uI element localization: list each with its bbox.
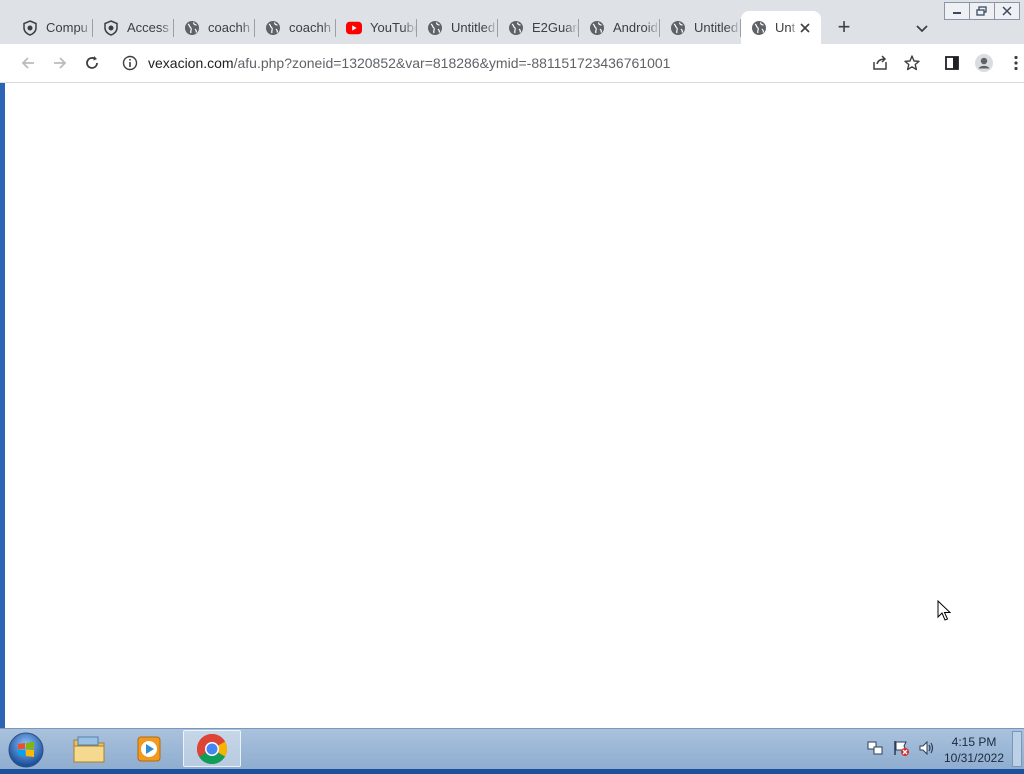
profile-button[interactable]: [974, 53, 994, 73]
tab-title: E2Guardian: [532, 20, 579, 35]
tab-title: coachh: [208, 20, 250, 35]
taskbar-clock[interactable]: 4:15 PM 10/31/2022: [940, 734, 1008, 766]
tab-title: coachh: [289, 20, 331, 35]
reload-icon: [86, 56, 98, 69]
close-icon: [800, 22, 810, 33]
tab-list: Compu Access coachh coachh YouTube Untitled E2…: [12, 11, 821, 44]
page-content: [5, 83, 1024, 728]
restore-button[interactable]: [969, 2, 995, 20]
bookmark-button[interactable]: [902, 53, 922, 73]
tab-title: Untitled: [451, 20, 496, 35]
globe-icon: [184, 20, 200, 36]
globe-icon: [670, 20, 686, 36]
tab-close-button[interactable]: [797, 20, 813, 36]
side-panel-button[interactable]: [942, 53, 962, 73]
tab-4[interactable]: YouTube: [336, 11, 417, 44]
tab-5[interactable]: Untitled: [417, 11, 498, 44]
action-center-flag-icon[interactable]: [892, 739, 910, 757]
globe-icon: [751, 20, 767, 36]
star-icon: [904, 55, 920, 71]
media-player-icon: [137, 736, 161, 761]
tab-title: Compu: [46, 20, 88, 35]
taskbar-media-player[interactable]: [120, 730, 178, 767]
avatar-icon: [975, 54, 993, 72]
forward-button[interactable]: [50, 53, 70, 73]
folder-icon: [73, 736, 105, 762]
tab-title: Android: [613, 20, 658, 35]
start-button[interactable]: [7, 731, 45, 769]
windows-start-icon: [8, 732, 44, 768]
youtube-icon: [346, 20, 362, 36]
network-icon[interactable]: [866, 739, 884, 757]
shield-icon: [103, 19, 119, 36]
tab-2[interactable]: coachh: [174, 11, 255, 44]
back-button[interactable]: [18, 53, 38, 73]
share-button[interactable]: [870, 53, 890, 73]
globe-icon: [427, 20, 443, 36]
tab-8[interactable]: Untitled: [660, 11, 741, 44]
restore-icon: [976, 6, 987, 16]
close-icon: [1002, 6, 1012, 16]
tab-title: YouTube: [370, 20, 417, 35]
minimize-button[interactable]: [944, 2, 970, 20]
url-path: /afu.php?zoneid=1320852&var=818286&ymid=…: [233, 55, 671, 71]
more-vert-icon: [1014, 55, 1018, 71]
tab-6[interactable]: E2Guardian: [498, 11, 579, 44]
volume-icon[interactable]: [918, 739, 936, 757]
desktop-edge: [0, 83, 5, 728]
share-icon: [873, 55, 887, 70]
arrow-right-icon: [54, 57, 67, 69]
show-desktop-button[interactable]: [1012, 731, 1022, 767]
tab-title: Untitled: [694, 20, 739, 35]
tab-1[interactable]: Access: [93, 11, 174, 44]
globe-icon: [265, 20, 281, 36]
tab-9[interactable]: Unt: [741, 11, 821, 44]
tab-7[interactable]: Android: [579, 11, 660, 44]
tab-title: Access: [127, 20, 169, 35]
taskbar: 4:15 PM 10/31/2022: [0, 728, 1024, 769]
url-text: vexacion.com/afu.php?zoneid=1320852&var=…: [148, 55, 670, 71]
site-info-button[interactable]: [122, 55, 138, 71]
shield-icon: [22, 19, 38, 36]
address-bar[interactable]: vexacion.com/afu.php?zoneid=1320852&var=…: [114, 48, 934, 78]
tab-3[interactable]: coachh: [255, 11, 336, 44]
clock-time: 4:15 PM: [951, 735, 997, 749]
reload-button[interactable]: [82, 53, 102, 73]
system-tray: [866, 739, 936, 757]
menu-button[interactable]: [1006, 53, 1024, 73]
globe-icon: [508, 20, 524, 36]
side-panel-icon: [945, 56, 959, 70]
arrow-left-icon: [21, 57, 34, 69]
tab-0[interactable]: Compu: [12, 11, 93, 44]
tab-strip: Compu Access coachh coachh YouTube Untitled E2…: [0, 0, 1024, 44]
browser-toolbar: vexacion.com/afu.php?zoneid=1320852&var=…: [0, 44, 1024, 83]
tab-title: Unt: [775, 20, 796, 35]
globe-icon: [589, 20, 605, 36]
minimize-icon: [953, 12, 961, 14]
info-icon: [122, 55, 138, 71]
mouse-cursor: [937, 599, 952, 627]
new-tab-button[interactable]: +: [832, 16, 856, 40]
chrome-window: Compu Access coachh coachh YouTube Untitled E2…: [0, 0, 1024, 728]
cursor-icon: [937, 599, 952, 621]
chrome-icon: [196, 733, 228, 764]
window-close-button[interactable]: [994, 2, 1020, 20]
clock-date: 10/31/2022: [943, 751, 1005, 765]
tab-search-button[interactable]: [912, 18, 932, 38]
taskbar-chrome[interactable]: [183, 730, 241, 767]
chevron-down-icon: [916, 25, 928, 33]
taskbar-file-explorer[interactable]: [60, 730, 118, 767]
window-controls: [944, 2, 1020, 20]
url-host: vexacion.com: [148, 55, 234, 71]
